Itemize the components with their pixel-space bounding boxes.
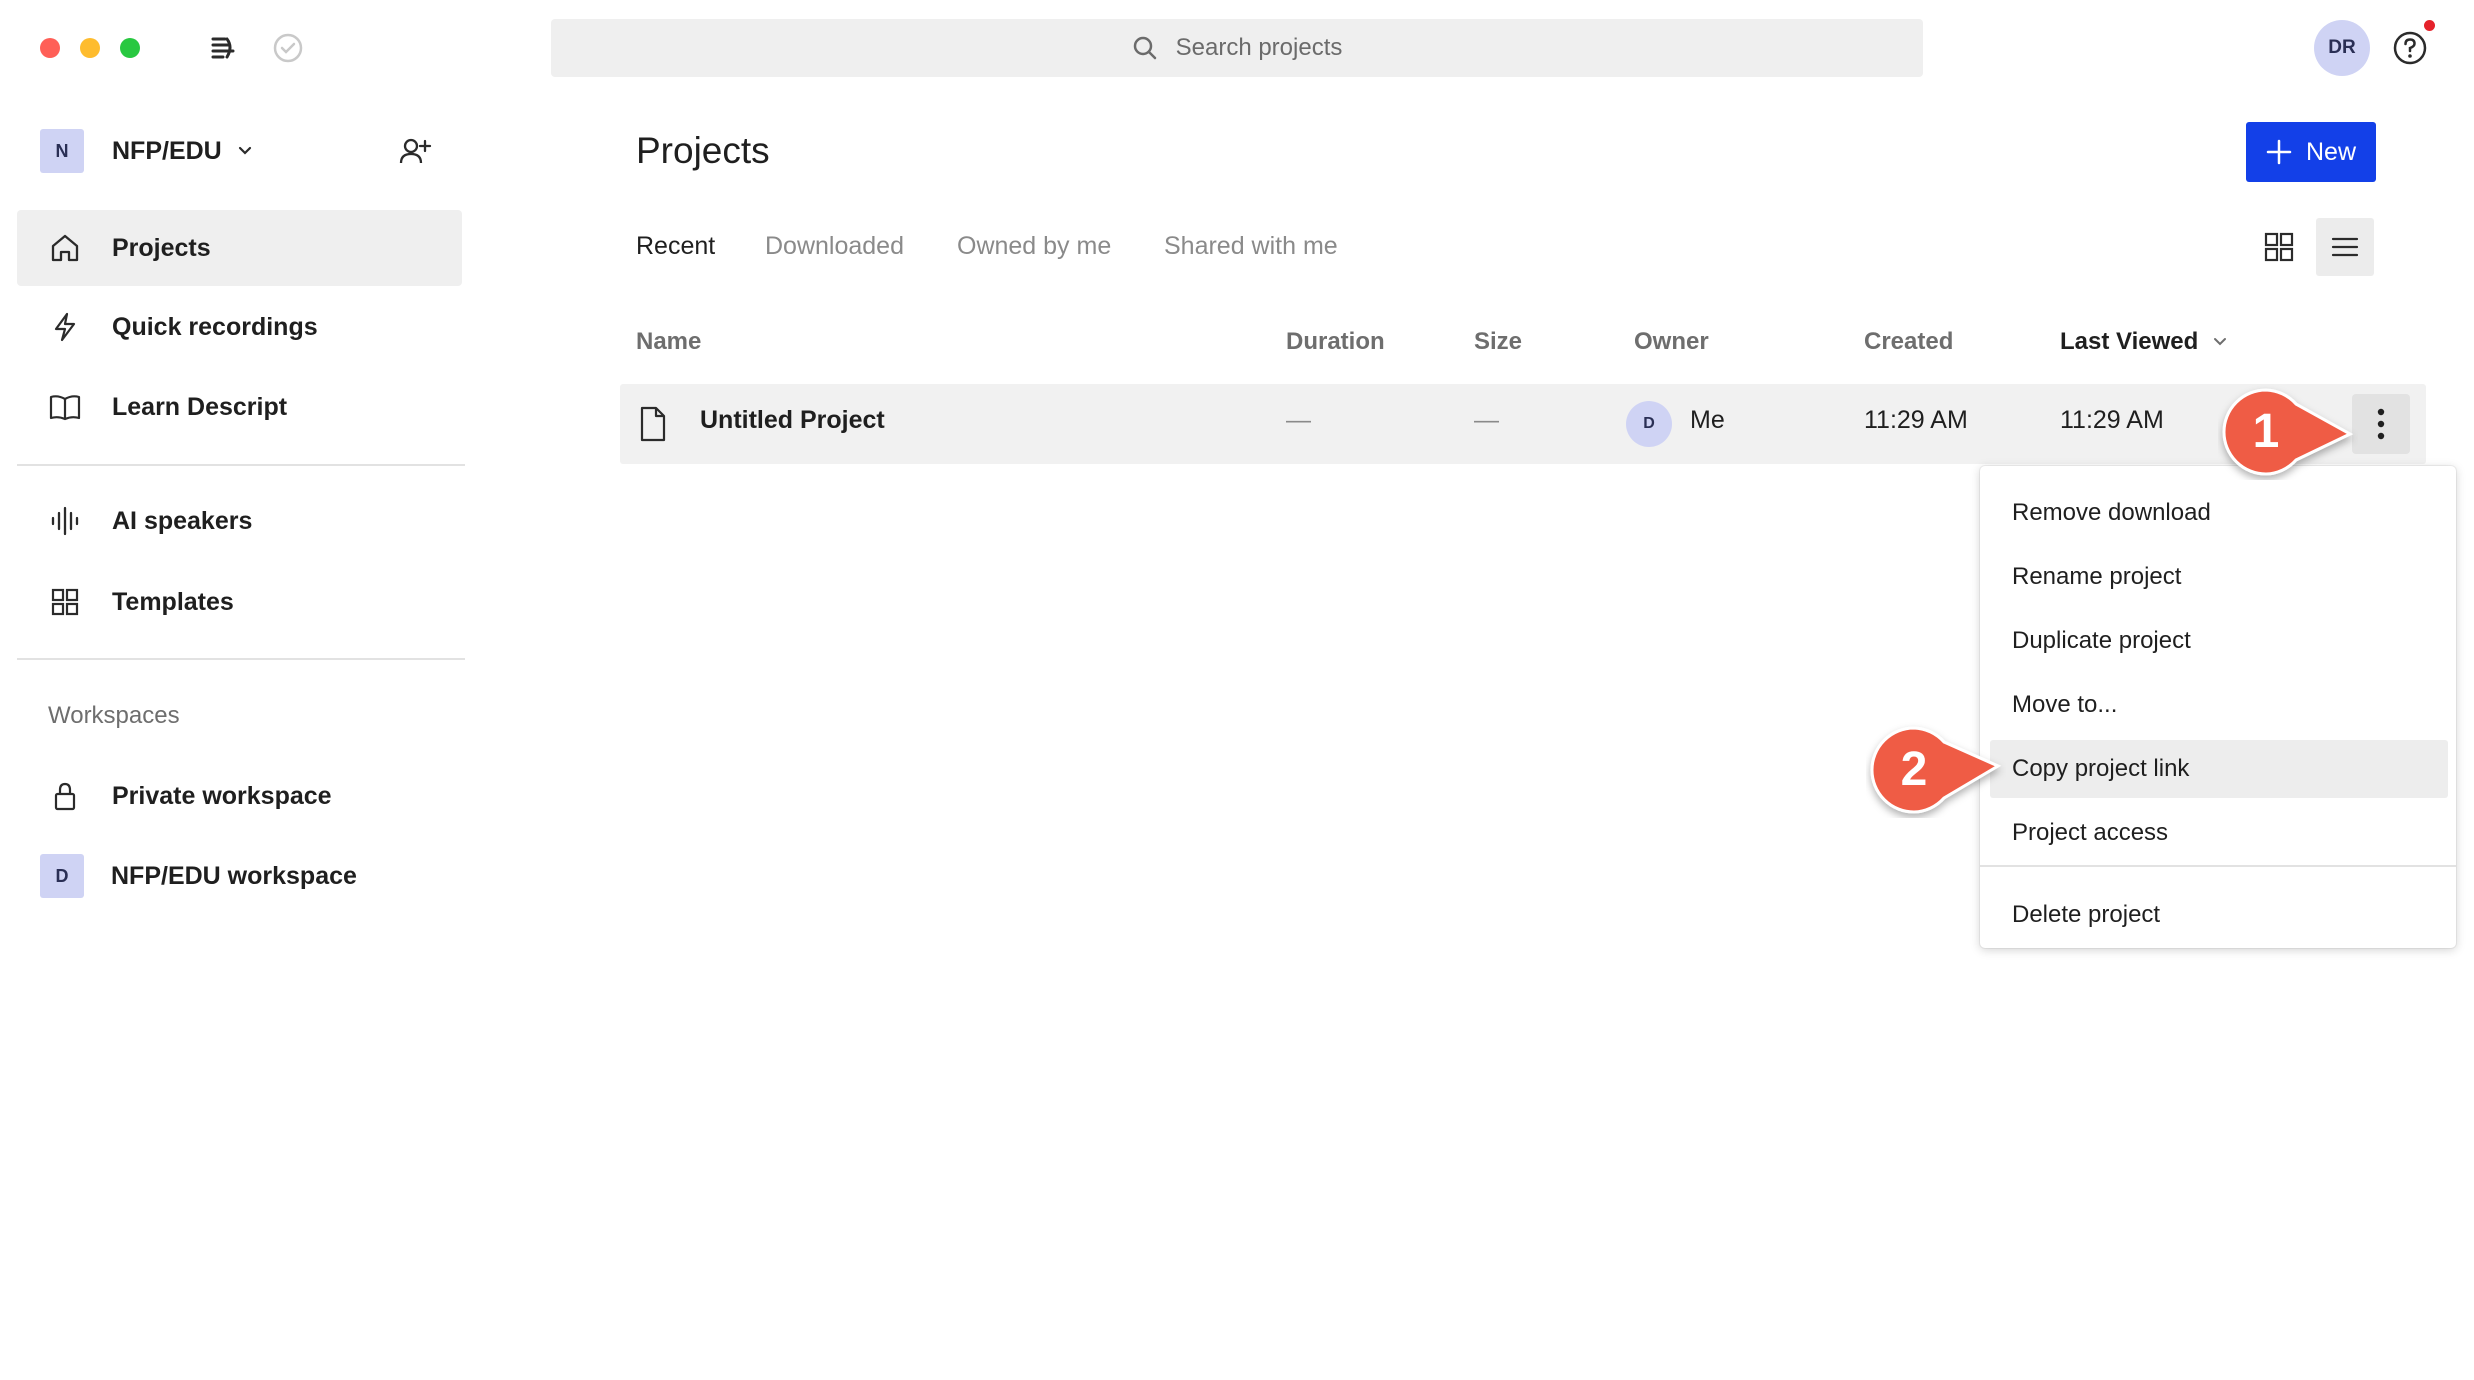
grid-view-button[interactable] [2250, 218, 2308, 276]
menu-item-rename-project[interactable]: Rename project [1990, 548, 2448, 606]
table-row[interactable]: Untitled Project — — Me 11:29 AM 11:29 A… [620, 384, 2426, 464]
sidebar-item-nfp-edu-workspace[interactable]: D NFP/EDU workspace [17, 838, 462, 914]
column-header-created[interactable]: Created [1864, 328, 1953, 356]
invite-member-icon[interactable] [397, 133, 433, 169]
callout-step-1: 1 [2218, 384, 2358, 480]
window-minimize-button[interactable] [80, 38, 100, 58]
sidebar-item-label: NFP/EDU workspace [111, 861, 357, 890]
help-icon[interactable] [2392, 30, 2428, 66]
page-title: Projects [636, 130, 770, 171]
workspace-badge: D [40, 854, 84, 898]
tab-downloaded[interactable]: Downloaded [765, 232, 904, 261]
menu-item-duplicate-project[interactable]: Duplicate project [1990, 612, 2448, 670]
sidebar-item-ai-speakers[interactable]: AI speakers [17, 483, 462, 559]
sidebar-item-label: Quick recordings [112, 312, 318, 341]
menu-item-project-access[interactable]: Project access [1990, 804, 2448, 862]
project-more-button[interactable] [2352, 394, 2410, 454]
project-owner: Me [1690, 406, 1725, 434]
project-created: 11:29 AM [1864, 406, 1968, 434]
search-input[interactable]: Search projects [551, 19, 1923, 77]
waveform-icon [47, 503, 83, 539]
menu-item-move-to[interactable]: Move to... [1990, 676, 2448, 734]
project-context-menu: Remove download Rename project Duplicate… [1980, 466, 2456, 948]
sidebar-divider [17, 658, 465, 660]
column-header-last-viewed[interactable]: Last Viewed [2060, 328, 2228, 356]
grid-view-icon [2264, 232, 2294, 262]
sidebar-item-private-workspace[interactable]: Private workspace [17, 758, 462, 834]
owner-avatar: D [1626, 401, 1672, 447]
tab-recent[interactable]: Recent [636, 232, 715, 261]
user-avatar[interactable]: DR [2314, 20, 2370, 76]
search-icon [1133, 36, 1156, 60]
sidebar-divider [17, 464, 465, 466]
tab-shared-with-me[interactable]: Shared with me [1164, 232, 1338, 261]
new-project-button[interactable]: New [2246, 122, 2376, 182]
descript-menu-icon[interactable] [207, 33, 239, 65]
sidebar-item-label: Templates [112, 587, 234, 616]
column-header-label: Last Viewed [2060, 328, 2199, 355]
project-name: Untitled Project [700, 406, 885, 434]
tab-owned-by-me[interactable]: Owned by me [957, 232, 1111, 261]
team-name: NFP/EDU [112, 136, 222, 165]
more-vertical-icon [2377, 408, 2385, 440]
column-header-duration[interactable]: Duration [1286, 328, 1385, 356]
callout-step-2: 2 [1866, 722, 2006, 818]
sidebar-item-learn-descript[interactable]: Learn Descript [17, 369, 462, 445]
book-icon [47, 389, 83, 425]
menu-item-delete-project[interactable]: Delete project [1990, 886, 2448, 944]
list-view-button[interactable] [2316, 218, 2374, 276]
sidebar-item-templates[interactable]: Templates [17, 564, 462, 640]
home-icon [47, 230, 83, 266]
sidebar-item-quick-recordings[interactable]: Quick recordings [17, 289, 462, 365]
list-view-icon [2331, 237, 2359, 257]
workspaces-heading: Workspaces [48, 702, 180, 729]
callout-number: 2 [1900, 743, 1928, 796]
callout-number: 1 [2252, 405, 2280, 458]
lock-icon [47, 778, 83, 814]
grid-icon [47, 584, 83, 620]
menu-item-remove-download[interactable]: Remove download [1990, 484, 2448, 542]
project-last-viewed: 11:29 AM [2060, 406, 2164, 434]
sidebar-item-label: Projects [112, 233, 211, 262]
column-header-size[interactable]: Size [1474, 328, 1522, 356]
project-size: — [1474, 406, 1499, 434]
column-header-name[interactable]: Name [636, 328, 701, 356]
project-duration: — [1286, 406, 1311, 434]
sync-status-icon [272, 32, 304, 64]
window-close-button[interactable] [40, 38, 60, 58]
sidebar-item-label: Learn Descript [112, 392, 288, 421]
window-maximize-button[interactable] [120, 38, 140, 58]
sidebar-item-label: AI speakers [112, 506, 253, 535]
menu-divider [1980, 865, 2456, 867]
sort-chevron-down-icon [2214, 338, 2227, 346]
team-switcher[interactable]: N NFP/EDU [40, 129, 254, 173]
sidebar-item-projects[interactable]: Projects [17, 210, 462, 286]
plus-icon [2266, 139, 2292, 165]
chevron-down-icon [238, 146, 251, 155]
document-icon [640, 406, 666, 442]
lightning-icon [47, 309, 83, 345]
menu-item-copy-project-link[interactable]: Copy project link [1990, 740, 2448, 798]
team-badge: N [40, 129, 84, 173]
notification-dot [2424, 20, 2435, 31]
column-header-owner[interactable]: Owner [1634, 328, 1709, 356]
search-placeholder: Search projects [1175, 34, 1343, 61]
sidebar-item-label: Private workspace [112, 781, 332, 810]
new-button-label: New [2305, 137, 2356, 166]
